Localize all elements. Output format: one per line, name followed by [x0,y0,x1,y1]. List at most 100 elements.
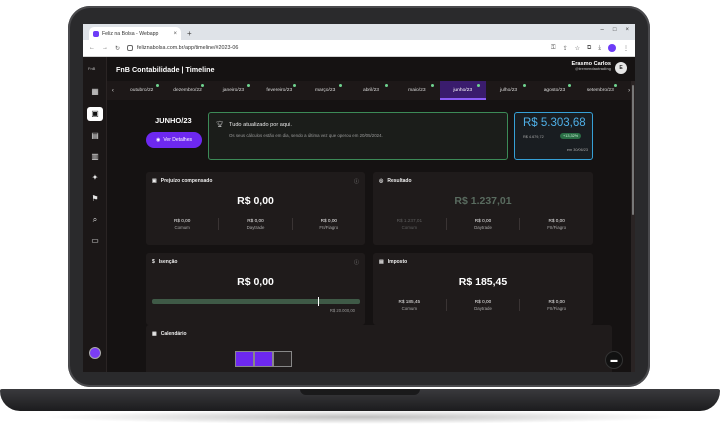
document-icon[interactable]: ▤ [90,131,100,141]
new-tab-button[interactable]: + [187,27,192,40]
details-button[interactable]: ◉ Ver Detalhes [146,132,202,148]
reload-icon[interactable]: ↻ [115,45,120,52]
month-tab[interactable]: julho/23 [486,81,532,100]
card-title: Imposto [387,259,408,265]
col-label: Comum [401,225,418,230]
month-tab[interactable]: abril/23 [348,81,394,100]
col-label: FII/Fiagro [319,225,339,230]
col-label: FII/Fiagro [547,225,567,230]
share-icon[interactable]: ⇪ [563,45,568,52]
col-label: Comum [401,306,418,311]
prev-month-icon[interactable]: ‹ [107,88,119,94]
exemption-limit: R$ 20.000,00 [329,308,355,313]
kebab-menu-icon[interactable]: ⋮ [623,45,629,52]
total-card: R$ 5.303,68 R$ 4.679,72 +13,32% em 30/06… [514,112,593,160]
user-info[interactable]: Erasmo Carlos @tremendaotrading E [572,61,627,74]
exemption-progress-bar [152,297,360,306]
profile-avatar-icon[interactable] [608,44,616,52]
card-value: R$ 1.237,01 [454,195,512,207]
col-amount: R$ 0,00 [548,299,565,304]
info-icon[interactable]: ⓘ [354,178,359,185]
month-tab-selected[interactable]: junho/23 [439,81,486,100]
calendar-day[interactable] [273,351,292,367]
status-dot [247,84,251,87]
card-value: R$ 0,00 [237,195,274,207]
window-controls: – □ × [601,27,629,33]
info-icon[interactable]: ⓘ [354,259,359,266]
maximize-icon[interactable]: □ [613,27,617,33]
dollar-icon: $ [152,259,155,265]
status-dot [155,84,159,87]
favicon-icon [93,30,99,37]
previous-value: R$ 4.679,72 [523,135,544,139]
month-tab[interactable]: maio/23 [394,81,440,100]
extensions-icon[interactable]: ⧉ [587,45,591,52]
status-dot [201,84,205,87]
trophy-icon: 🏆︎ [216,122,224,128]
col-amount: R$ 185,45 [398,299,421,304]
chart-board-icon[interactable]: ▥ [90,152,100,162]
tab-close-icon[interactable]: × [173,31,177,37]
bot-avatar-icon[interactable] [89,347,101,359]
calendar-day[interactable] [254,351,273,367]
status-description: Os seus cálculos estão em dia, sendo a ú… [229,133,383,138]
chat-button[interactable]: ▬ [605,351,623,369]
tab-title: Feliz na Bolsa - Webapp [102,30,159,37]
month-tab[interactable]: janeiro/23 [210,81,256,100]
status-dot [614,84,618,87]
card-value: R$ 0,00 [237,276,274,288]
minimize-icon[interactable]: – [601,27,604,33]
main-content: JUNHO/23 ◉ Ver Detalhes 🏆︎ Tudo atualiza… [107,100,635,372]
user-avatar[interactable]: E [615,62,627,74]
month-tab[interactable]: fevereiro/23 [256,81,302,100]
col-label: Daytrade [474,225,492,230]
status-dot [339,84,343,87]
back-icon[interactable]: ← [89,45,95,51]
key-icon[interactable]: ⚿ [551,45,556,52]
month-tab[interactable]: setembro/23 [577,81,623,100]
laptop-frame: Feliz na Bolsa - Webapp × + – □ × ← → ↻ … [0,0,720,431]
card-title: Prejuízo compensado [160,178,213,184]
timeline-icon[interactable]: ▣ [87,107,103,121]
change-badge: +13,32% [560,133,582,139]
col-amount: R$ 0,00 [474,218,492,223]
forward-icon[interactable]: → [102,45,108,51]
prejuizo-card: ▣ Prejuízo compensado ⓘ R$ 0,00 R$ 0,00 Co… [146,172,365,245]
status-dot [476,84,480,87]
sidebar: FnB ▦ ▣ ▤ ▥ ✦ ⚑ ⌕ ▭ [83,57,107,372]
dashboard-icon[interactable]: ▦ [90,87,100,97]
month-tab[interactable]: outubro/22 [119,81,165,100]
month-tab[interactable]: dezembro/22 [165,81,211,100]
month-tab[interactable]: março/23 [302,81,348,100]
col-label: Daytrade [474,306,492,311]
close-window-icon[interactable]: × [625,27,629,33]
scrollbar[interactable] [631,81,635,372]
col-amount: R$ 1.237,01 [396,218,423,223]
download-icon[interactable]: ⤓ [598,45,601,52]
archive-icon[interactable]: ▭ [90,236,100,246]
calendario-card: ▦ Calendário [146,325,612,372]
search-money-icon[interactable]: ⌕ [90,215,100,225]
month-title: JUNHO/23 [155,116,192,125]
scrollbar-thumb[interactable] [632,85,634,215]
col-label: Daytrade [246,225,265,230]
app-logo: FnB [88,66,96,71]
app-header: FnB Contabilidade | Timeline Erasmo Carl… [107,57,635,81]
browser-tab[interactable]: Feliz na Bolsa - Webapp × [89,27,181,40]
details-icon: ◉ [155,137,161,143]
target-icon: ◎ [379,178,384,184]
magic-icon[interactable]: ✦ [90,173,100,183]
receipt-icon: ▤ [379,259,384,265]
card-value: R$ 185,45 [458,276,508,288]
month-tab[interactable]: agosto/23 [532,81,578,100]
calendar-day[interactable] [235,351,254,367]
status-dot [522,84,526,87]
col-amount: R$ 0,00 [173,218,191,223]
chat-icon: ▬ [610,357,618,364]
url-field[interactable]: feliznabolsa.com.br/app/timeline/#2023-0… [127,45,544,51]
lock-icon [127,45,134,51]
flag-icon[interactable]: ⚑ [90,194,100,204]
status-dot [293,84,297,87]
wallet-icon: ▣ [152,178,157,184]
bookmark-star-icon[interactable]: ☆ [575,45,580,52]
